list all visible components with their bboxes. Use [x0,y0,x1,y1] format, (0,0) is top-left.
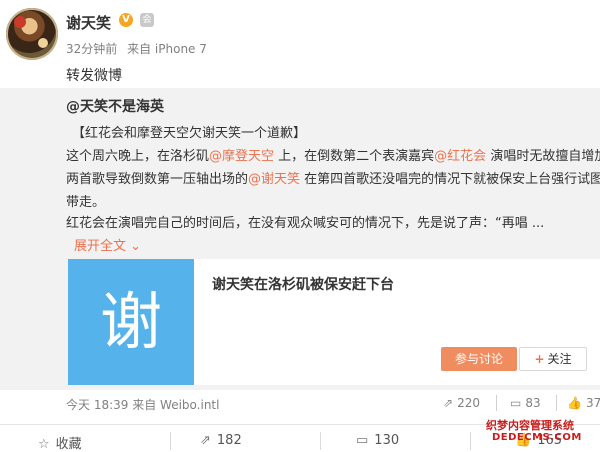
expand-label: 展开全文 [74,239,127,254]
quoted-text-segment: 红花会在演唱完自己的时间后，在没有观众喊安可的情况下，先是说了声：“再唱 ... [66,216,545,231]
favorite-button[interactable]: ☆ 收藏 [38,433,82,452]
quoted-text-segment: 上，在倒数第二个表演嘉宾 [274,149,435,164]
mention-link[interactable]: @红花会 [434,149,486,164]
divider [170,432,171,450]
quoted-text-segment: 演唱时无故擅自增加 [486,149,600,164]
quoted-source[interactable]: 来自 Weibo.intl [132,398,219,412]
comment-icon: ▭ [356,433,369,448]
repost-text: 转发微博 [66,68,122,84]
watermark-text: 织梦内容管理系统 [486,419,574,432]
chevron-down-icon: ⌄ [130,239,142,254]
quoted-text-line: 两首歌导致倒数第一压轴出场的@谢天笑 在第四首歌还没唱完的情况下就被保安上台强行… [66,168,600,187]
comment-icon: ▭ [510,396,522,410]
post-meta: 32分钟前 来自 iPhone 7 [66,40,213,57]
quoted-repost-count: 220 [457,396,480,410]
quoted-comment-button[interactable]: ▭ 83 [510,396,541,410]
plus-icon: + [534,352,545,366]
discuss-button[interactable]: 参与讨论 [441,347,517,371]
quoted-like-button[interactable]: 👍 37 [567,396,600,410]
post-source[interactable]: 来自 iPhone 7 [127,42,207,56]
comment-button[interactable]: ▭ 130 [356,433,399,448]
comment-count: 130 [374,433,400,448]
repost-count: 182 [216,433,242,448]
quoted-text-line: 【红花会和摩登天空欠谢天笑一个道歉】 [72,122,306,141]
post-time[interactable]: 32分钟前 [66,42,117,56]
quoted-like-count: 37 [585,396,600,410]
follow-button[interactable]: + 关注 [519,347,587,371]
quoted-text-segment: 两首歌导致倒数第一压轴出场的 [66,172,249,187]
divider [320,432,321,450]
avatar[interactable] [6,8,58,60]
repost-icon: ⇗ [200,433,211,448]
like-icon: 👍 [567,396,582,410]
repost-button[interactable]: ⇗ 182 [200,433,242,448]
avatar-decor [14,16,26,28]
quoted-text-line: 红花会在演唱完自己的时间后，在没有观众喊安可的情况下，先是说了声：“再唱 ... [66,212,544,231]
quoted-text-segment: 这个周六晚上，在洛杉矶 [66,149,210,164]
quoted-text-line: 带走。 [66,191,105,210]
expand-full-text-link[interactable]: 展开全文 ⌄ [74,235,141,254]
mention-link[interactable]: @摩登天空 [209,149,274,164]
quoted-text-segment: 带走。 [66,195,106,210]
verified-badge-icon[interactable]: V [119,13,133,27]
card-title[interactable]: 谢天笑在洛杉矶被保安赶下台 [212,274,394,294]
avatar-decor [38,38,48,48]
quoted-text-segment: 【红花会和摩登天空欠谢天笑一个道歉】 [72,126,307,141]
quoted-text-line: 这个周六晚上，在洛杉矶@摩登天空 上，在倒数第二个表演嘉宾@红花会 演唱时无故擅… [66,145,600,164]
divider [556,395,557,411]
divider [496,395,497,411]
quoted-time[interactable]: 今天 18:39 [66,398,128,412]
quoted-comment-count: 83 [525,396,541,410]
mention-link[interactable]: @谢天笑 [248,172,300,187]
divider [470,432,471,450]
quoted-text-segment: 在第四首歌还没唱完的情况下就被保安上台强行试图 [300,172,600,187]
quoted-author[interactable]: @天笑不是海英 [66,96,164,116]
follow-label: 关注 [547,352,572,366]
card-thumbnail[interactable]: 谢 [68,259,194,385]
member-icon[interactable]: 会 [140,13,154,27]
quoted-meta: 今天 18:39 来自 Weibo.intl [66,396,219,413]
poster-name[interactable]: 谢天笑 [66,12,111,33]
quoted-repost-button[interactable]: ⇗ 220 [443,396,480,410]
watermark-domain: DEDECMS.COM [492,432,582,443]
repost-icon: ⇗ [443,396,454,410]
